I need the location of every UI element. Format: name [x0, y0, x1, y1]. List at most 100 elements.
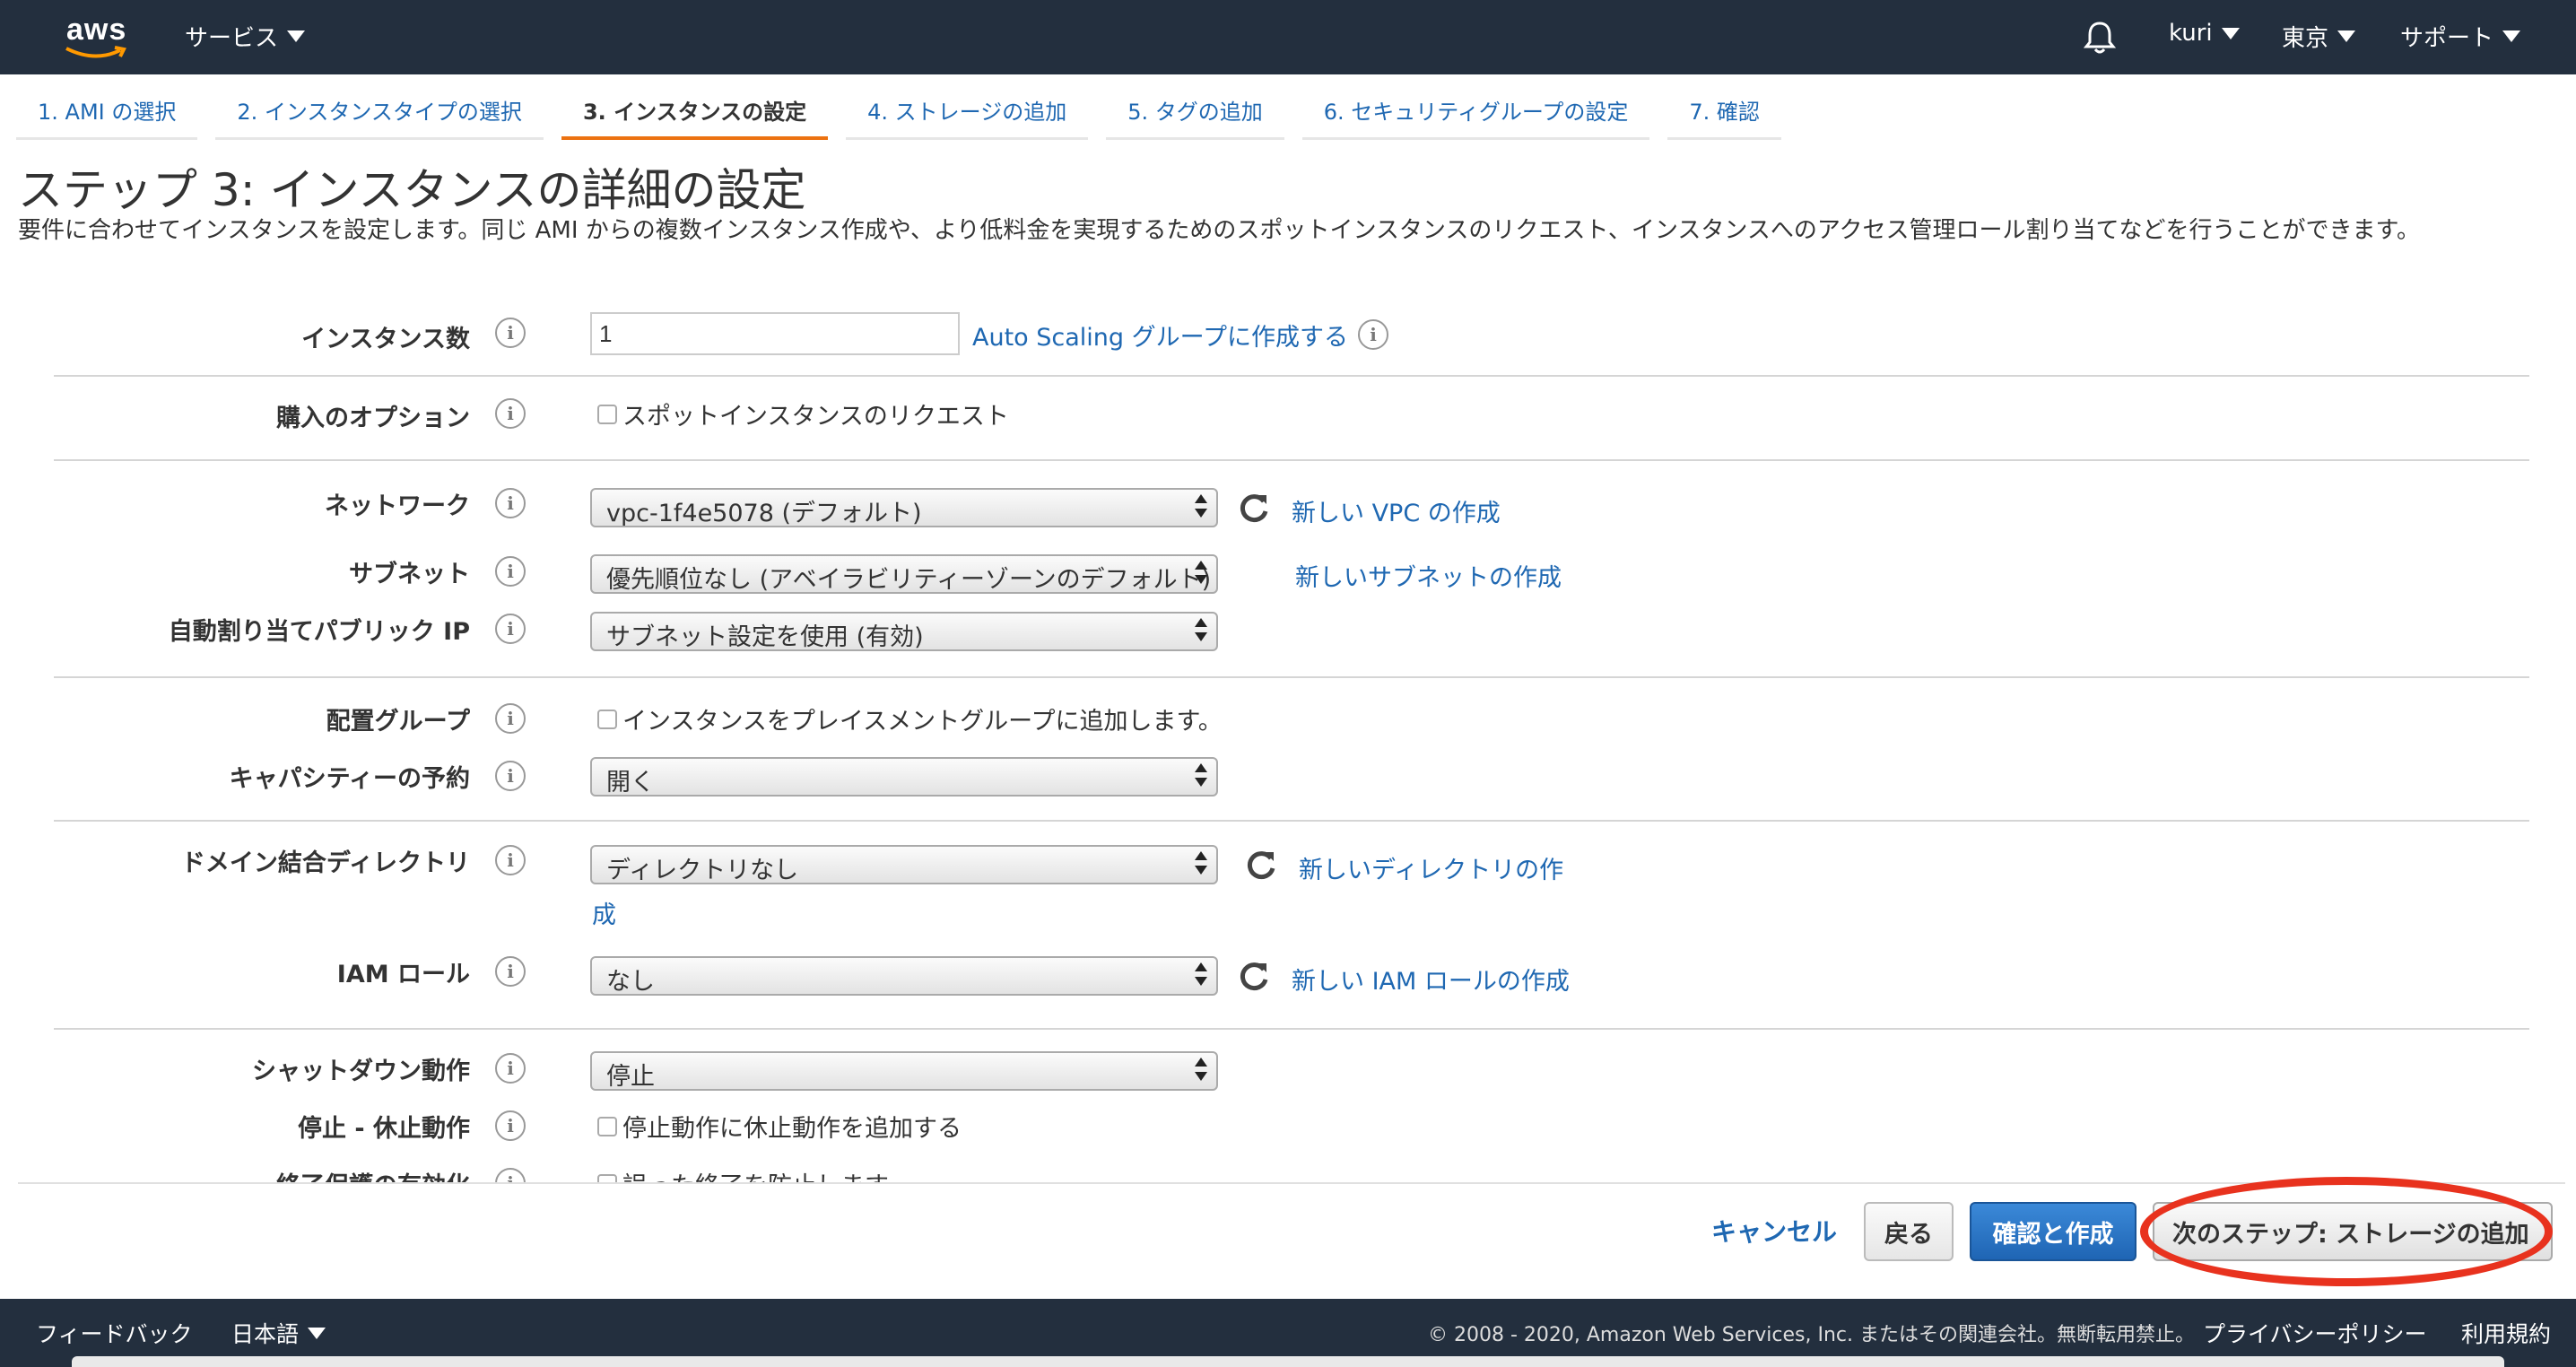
refresh-icon[interactable] [1236, 958, 1272, 994]
capacity-reservation-select[interactable]: 開く [590, 757, 1218, 797]
language-label: 日本語 [231, 1321, 300, 1347]
info-icon[interactable]: i [495, 318, 526, 348]
shutdown-behavior-select-value: 停止 [606, 1063, 655, 1091]
copyright-text: © 2008 - 2020, Amazon Web Services, Inc.… [1428, 1324, 2196, 1346]
subnet-label: サブネット [349, 561, 470, 588]
wizard-steps: 1. AMI の選択 2. インスタンスタイプの選択 3. インスタンスの設定 … [16, 83, 1781, 142]
region-label: 東京 [2282, 25, 2329, 52]
language-selector[interactable]: 日本語 [231, 1317, 326, 1349]
placement-group-checkbox-label: インスタンスをプレイスメントグループに追加します。 [622, 708, 1223, 736]
page-description: 要件に合わせてインスタンスを設定します。同じ AMI からの複数インスタンス作成… [18, 217, 2420, 244]
info-icon[interactable]: i [495, 556, 526, 587]
page-title: ステップ 3: インスタンスの詳細の設定 [18, 164, 806, 216]
refresh-icon[interactable] [1243, 847, 1279, 883]
instance-count-label: インスタンス数 [301, 326, 470, 353]
support-menu[interactable]: サポート [2400, 20, 2521, 53]
termination-protection-checkbox[interactable]: 誤った終了を防止します [597, 1166, 889, 1184]
subnet-select[interactable]: 優先順位なし (アベイラビリティーゾーンのデフォルト) [590, 554, 1218, 594]
divider [54, 820, 2529, 822]
create-subnet-link[interactable]: 新しいサブネットの作成 [1295, 558, 1562, 593]
checkbox-box[interactable] [597, 1116, 617, 1136]
select-arrows-icon [1195, 561, 1207, 588]
configure-instance-form: インスタンス数 i Auto Scaling グループに作成する i 購入のオプ… [0, 296, 2576, 1184]
checkbox-box[interactable] [597, 404, 617, 424]
window-bottom-edge [72, 1356, 2504, 1367]
spot-instance-checkbox-label: スポットインスタンスのリクエスト [622, 403, 1009, 431]
capacity-reservation-select-value: 開く [606, 769, 655, 797]
select-arrows-icon [1195, 763, 1207, 790]
domain-directory-label: ドメイン結合ディレクトリ [180, 849, 470, 877]
divider [54, 459, 2529, 461]
info-icon[interactable]: i [495, 398, 526, 429]
stop-hibernate-label: 停止 - 休止動作 [297, 1115, 470, 1143]
select-arrows-icon [1195, 618, 1207, 645]
spot-instance-checkbox[interactable]: スポットインスタンスのリクエスト [597, 396, 1009, 431]
info-icon[interactable]: i [495, 488, 526, 518]
network-select[interactable]: vpc-1f4e5078 (デフォルト) [590, 488, 1218, 527]
shutdown-behavior-select[interactable]: 停止 [590, 1051, 1218, 1091]
review-and-launch-button[interactable]: 確認と作成 [1970, 1202, 2137, 1261]
shutdown-behavior-label: シャットダウン動作 [252, 1058, 470, 1085]
region-menu[interactable]: 東京 [2282, 20, 2356, 53]
feedback-link[interactable]: フィードバック [36, 1317, 193, 1349]
wizard-step-tags[interactable]: 5. タグの追加 [1106, 83, 1284, 140]
domain-directory-select[interactable]: ディレクトリなし [590, 845, 1218, 884]
subnet-select-value: 優先順位なし (アベイラビリティーゾーンのデフォルト) [606, 566, 1212, 594]
wizard-step-configure-instance[interactable]: 3. インスタンスの設定 [561, 83, 829, 140]
wizard-step-storage[interactable]: 4. ストレージの追加 [846, 83, 1089, 140]
info-icon[interactable]: i [495, 845, 526, 875]
info-icon[interactable]: i [495, 614, 526, 644]
user-menu[interactable]: kuri [2169, 20, 2240, 47]
hibernate-checkbox[interactable]: 停止動作に休止動作を追加する [597, 1109, 962, 1144]
public-ip-select-value: サブネット設定を使用 (有効) [606, 623, 924, 651]
refresh-icon[interactable] [1236, 490, 1272, 526]
chevron-down-icon [2221, 27, 2240, 39]
select-arrows-icon [1195, 962, 1207, 989]
info-icon[interactable]: i [1358, 319, 1388, 350]
create-iam-role-link[interactable]: 新しい IAM ロールの作成 [1292, 962, 1570, 997]
hibernate-checkbox-label: 停止動作に休止動作を追加する [622, 1115, 962, 1143]
iam-role-label: IAM ロール [336, 961, 470, 988]
divider [54, 1028, 2529, 1030]
cancel-button[interactable]: キャンセル [1711, 1213, 1837, 1249]
back-button[interactable]: 戻る [1864, 1202, 1954, 1261]
wizard-step-review[interactable]: 7. 確認 [1667, 83, 1781, 140]
feedback-label: フィードバック [36, 1321, 193, 1347]
create-directory-link-wrap[interactable]: 成 [592, 895, 616, 930]
public-ip-label: 自動割り当てパブリック IP [168, 618, 470, 646]
divider [54, 676, 2529, 678]
info-icon[interactable]: i [495, 703, 526, 734]
purchase-option-label: 購入のオプション [276, 405, 470, 432]
create-vpc-link[interactable]: 新しい VPC の作成 [1292, 493, 1501, 528]
capacity-reservation-label: キャパシティーの予約 [229, 765, 470, 793]
info-icon[interactable]: i [495, 761, 526, 791]
privacy-policy-link[interactable]: プライバシーポリシー [2203, 1317, 2427, 1349]
chevron-down-icon [2502, 30, 2521, 42]
iam-role-select[interactable]: なし [590, 956, 1218, 996]
terms-label: 利用規約 [2461, 1321, 2552, 1347]
public-ip-select[interactable]: サブネット設定を使用 (有効) [590, 612, 1218, 651]
chevron-down-icon [287, 30, 306, 42]
wizard-step-ami[interactable]: 1. AMI の選択 [16, 83, 198, 140]
aws-logo[interactable]: aws [63, 13, 131, 61]
create-directory-link[interactable]: 新しいディレクトリの作 [1299, 850, 1563, 885]
checkbox-box[interactable] [597, 709, 617, 729]
next-step-button[interactable]: 次のステップ: ストレージの追加 [2153, 1202, 2553, 1261]
info-icon[interactable]: i [495, 1053, 526, 1084]
terms-link[interactable]: 利用規約 [2461, 1317, 2551, 1349]
select-arrows-icon [1195, 851, 1207, 878]
wizard-step-instance-type[interactable]: 2. インスタンスタイプの選択 [215, 83, 544, 140]
chevron-down-icon [2337, 30, 2356, 42]
placement-group-checkbox[interactable]: インスタンスをプレイスメントグループに追加します。 [597, 701, 1223, 736]
select-arrows-icon [1195, 494, 1207, 521]
info-icon[interactable]: i [495, 1110, 526, 1141]
auto-scaling-link[interactable]: Auto Scaling グループに作成する [972, 318, 1348, 353]
aws-smile-icon [65, 46, 126, 58]
bell-icon[interactable] [2083, 20, 2117, 59]
instance-count-input[interactable] [590, 312, 960, 355]
termination-protection-label: 終了保護の有効化 [276, 1166, 470, 1184]
wizard-step-security-group[interactable]: 6. セキュリティグループの設定 [1301, 83, 1650, 140]
info-icon[interactable]: i [495, 956, 526, 987]
services-menu[interactable]: サービス [185, 20, 306, 53]
network-label: ネットワーク [325, 492, 470, 520]
